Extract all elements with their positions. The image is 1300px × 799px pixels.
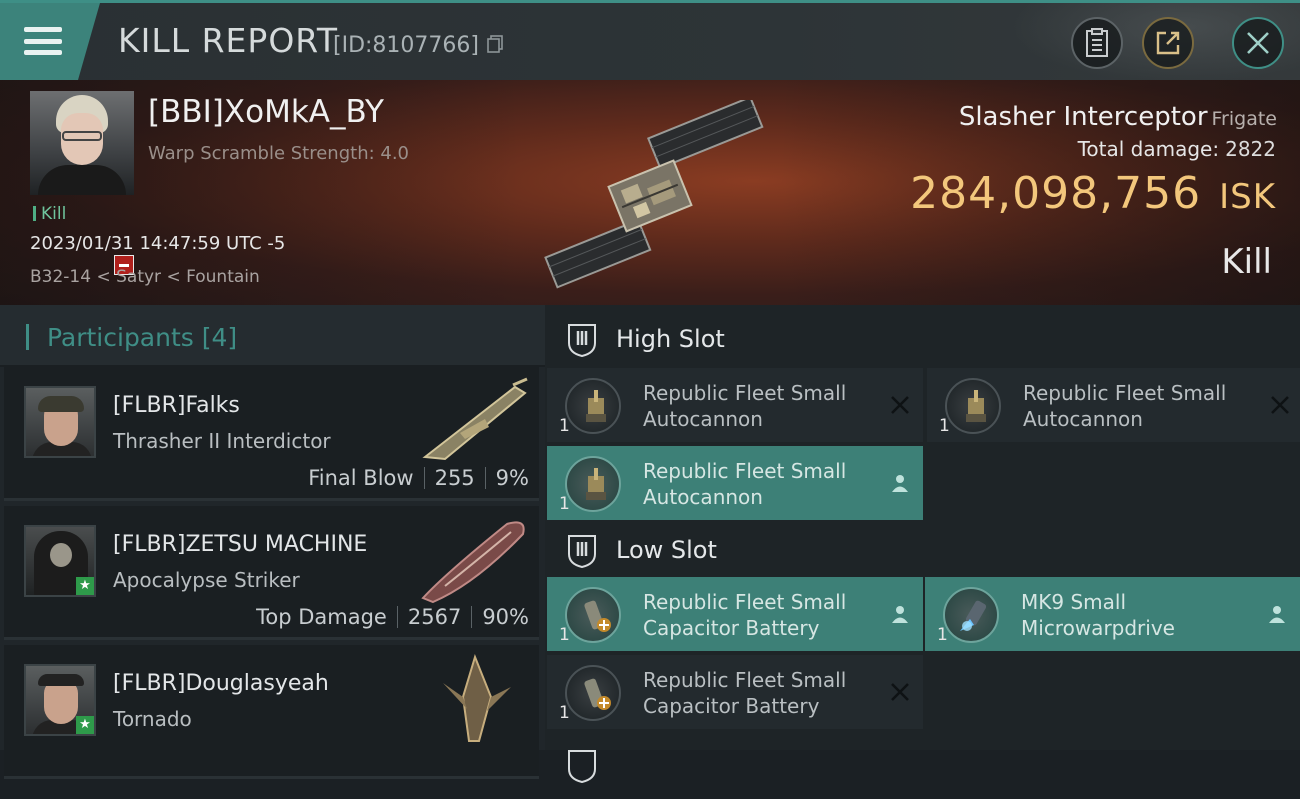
participant-tag: Top Damage bbox=[256, 605, 387, 629]
menu-button[interactable] bbox=[0, 3, 100, 80]
low-slot-icon bbox=[568, 535, 596, 568]
mid-slot-header bbox=[545, 733, 1300, 799]
participant-avatar[interactable]: ★ bbox=[24, 525, 96, 597]
isk-amount: 284,098,756 bbox=[910, 168, 1202, 219]
module-quantity: 1 bbox=[939, 416, 950, 436]
autocannon-icon bbox=[565, 378, 621, 434]
report-button[interactable] bbox=[1071, 17, 1123, 69]
participant-damage: 255 bbox=[434, 466, 475, 490]
participant-percent: 9% bbox=[495, 466, 529, 490]
share-button[interactable] bbox=[1142, 17, 1194, 69]
participants-count: [4] bbox=[201, 323, 238, 352]
total-damage-value: 2822 bbox=[1225, 137, 1276, 161]
capacitor-battery-icon bbox=[565, 665, 621, 721]
module-quantity: 1 bbox=[559, 416, 570, 436]
module-name: Republic Fleet Small Autocannon bbox=[643, 459, 847, 509]
ship-class-label: Frigate bbox=[1211, 108, 1277, 130]
participant-ship: Apocalypse Striker bbox=[113, 568, 300, 592]
close-button[interactable] bbox=[1232, 17, 1284, 69]
microwarpdrive-icon bbox=[943, 587, 999, 643]
participant-ship-image bbox=[443, 653, 511, 742]
participant-avatar[interactable] bbox=[24, 386, 96, 458]
high-slot-header: High Slot bbox=[545, 307, 1300, 373]
module-item[interactable]: 1 Republic Fleet Small Capacitor Battery bbox=[547, 577, 923, 651]
autocannon-icon bbox=[565, 456, 621, 512]
header-bar: KILL REPORT [ID:8107766] bbox=[0, 0, 1300, 83]
victim-avatar[interactable] bbox=[30, 91, 134, 195]
mid-slot-icon bbox=[568, 750, 596, 783]
module-quantity: 1 bbox=[559, 703, 570, 723]
module-name: MK9 Small Microwarpdrive bbox=[1021, 590, 1175, 640]
kill-tag: Kill bbox=[33, 204, 66, 224]
module-quantity: 1 bbox=[559, 494, 570, 514]
destroyed-icon bbox=[891, 396, 909, 414]
kill-datetime: 2023/01/31 14:47:59 UTC -5 bbox=[30, 233, 286, 254]
module-quantity: 1 bbox=[559, 625, 570, 645]
clipboard-icon bbox=[1086, 28, 1108, 57]
module-item[interactable]: 1 Republic Fleet Small Autocannon bbox=[927, 368, 1300, 442]
destroyed-icon bbox=[891, 683, 909, 701]
star-icon: ★ bbox=[76, 577, 94, 595]
kill-id: [ID:8107766] bbox=[333, 33, 479, 58]
participant-ship-image bbox=[422, 377, 528, 461]
destroyed-icon bbox=[1271, 396, 1289, 414]
isk-value: 284,098,756 ISK bbox=[910, 168, 1276, 219]
kill-location[interactable]: B32-14 < Satyr < Fountain bbox=[30, 267, 260, 287]
victim-ship-name[interactable]: Slasher Interceptor Frigate bbox=[959, 102, 1277, 132]
dropped-person-icon bbox=[892, 606, 908, 623]
participant-row[interactable]: ★ [FLBR]ZETSU MACHINE Apocalypse Striker… bbox=[4, 506, 539, 640]
autocannon-icon bbox=[945, 378, 1001, 434]
participants-label: Participants bbox=[46, 323, 194, 352]
participant-percent: 90% bbox=[482, 605, 529, 629]
module-name: Republic Fleet Small Autocannon bbox=[643, 381, 847, 431]
share-icon bbox=[1156, 31, 1180, 55]
participant-tag: Final Blow bbox=[308, 466, 414, 490]
fitting-panel: High Slot 1 Republic Fleet Small Autocann… bbox=[545, 305, 1300, 783]
dropped-person-icon bbox=[1269, 606, 1285, 623]
participant-stats: Final Blow 255 9% bbox=[308, 466, 529, 490]
isk-currency: ISK bbox=[1219, 177, 1276, 217]
participants-title: Participants [4] bbox=[26, 323, 237, 352]
hamburger-icon bbox=[24, 27, 62, 55]
victim-ship-image[interactable] bbox=[520, 100, 790, 290]
dropped-person-icon bbox=[892, 475, 908, 492]
module-item[interactable]: 1 MK9 Small Microwarpdrive bbox=[925, 577, 1300, 651]
low-slot-label: Low Slot bbox=[616, 536, 717, 564]
victim-name[interactable]: [BBI]XoMkA_BY bbox=[148, 94, 384, 130]
module-name: Republic Fleet Small Capacitor Battery bbox=[643, 590, 847, 640]
victim-banner: [BBI]XoMkA_BY Warp Scramble Strength: 4.… bbox=[0, 80, 1300, 305]
kill-result: Kill bbox=[1221, 242, 1272, 282]
participant-ship-image bbox=[421, 521, 525, 604]
participant-name: [FLBR]ZETSU MACHINE bbox=[113, 532, 368, 557]
participant-row[interactable]: [FLBR]Falks Thrasher II Interdictor Fina… bbox=[4, 367, 539, 501]
module-name: Republic Fleet Small Autocannon bbox=[1023, 381, 1227, 431]
module-name: Republic Fleet Small Capacitor Battery bbox=[643, 668, 847, 718]
high-slot-icon bbox=[568, 324, 596, 357]
participants-panel: Participants [4] [FLBR]Falks Thrasher II… bbox=[0, 305, 545, 779]
participants-header: Participants [4] bbox=[0, 305, 545, 367]
total-damage-label: Total damage: bbox=[1077, 137, 1220, 161]
participant-avatar[interactable]: ★ bbox=[24, 664, 96, 736]
close-icon bbox=[1247, 32, 1269, 54]
module-item[interactable]: 1 Republic Fleet Small Capacitor Battery bbox=[547, 655, 923, 729]
participant-ship: Tornado bbox=[113, 707, 192, 731]
copy-icon[interactable] bbox=[487, 35, 503, 53]
participant-name: [FLBR]Douglasyeah bbox=[113, 671, 329, 696]
total-damage: Total damage: 2822 bbox=[1078, 137, 1276, 161]
ship-name-label: Slasher Interceptor bbox=[958, 102, 1208, 132]
capacitor-battery-icon bbox=[565, 587, 621, 643]
participant-stats: Top Damage 2567 90% bbox=[256, 605, 529, 629]
participant-row[interactable]: ★ [FLBR]Douglasyeah Tornado bbox=[4, 645, 539, 779]
high-slot-label: High Slot bbox=[616, 325, 725, 353]
module-item[interactable]: 1 Republic Fleet Small Autocannon bbox=[547, 368, 923, 442]
participant-ship: Thrasher II Interdictor bbox=[113, 429, 331, 453]
participant-name: [FLBR]Falks bbox=[113, 393, 240, 418]
warp-scramble-strength: Warp Scramble Strength: 4.0 bbox=[148, 143, 410, 164]
page-title: KILL REPORT bbox=[118, 21, 338, 60]
module-item[interactable]: 1 Republic Fleet Small Autocannon bbox=[547, 446, 923, 520]
module-quantity: 1 bbox=[937, 625, 948, 645]
star-icon: ★ bbox=[76, 716, 94, 734]
participant-damage: 2567 bbox=[407, 605, 462, 629]
low-slot-header: Low Slot bbox=[545, 518, 1300, 584]
